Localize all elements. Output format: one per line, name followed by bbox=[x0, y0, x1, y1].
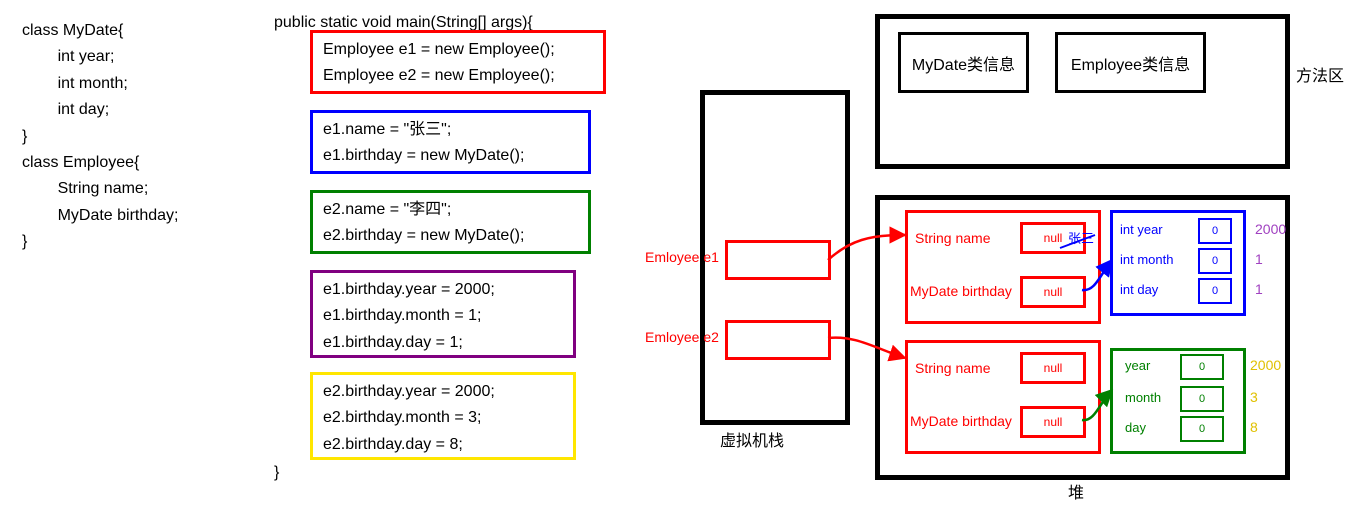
mydate2-day-zero: 0 bbox=[1199, 423, 1205, 435]
code-line: e2.birthday.month = 3; bbox=[323, 405, 573, 431]
heap-e2-name-null: null bbox=[1044, 361, 1063, 375]
code-line: } bbox=[22, 229, 179, 255]
mydate1-year-slot: 0 bbox=[1198, 218, 1232, 244]
employee-class-box: Employee类信息 bbox=[1055, 32, 1206, 93]
heap-e2-birthday-label: MyDate birthday bbox=[910, 413, 1012, 429]
code-line: e1.birthday.month = 1; bbox=[323, 303, 573, 329]
code-line: MyDate birthday; bbox=[22, 203, 179, 229]
mydate-class-label: MyDate类信息 bbox=[912, 51, 1015, 75]
code-line: e1.birthday = new MyDate(); bbox=[323, 143, 588, 169]
heap-e1-birthday-null: null bbox=[1044, 285, 1063, 299]
vm-stack-label: 虚拟机栈 bbox=[720, 427, 784, 451]
mydate2-year-zero: 0 bbox=[1199, 361, 1205, 373]
mydate1-month-zero: 0 bbox=[1212, 255, 1218, 267]
mydate2-month-zero: 0 bbox=[1199, 393, 1205, 405]
mydate2-year-slot: 0 bbox=[1180, 354, 1224, 380]
code-line: e2.birthday.year = 2000; bbox=[323, 379, 573, 405]
code-blue-box: e1.name = "张三"; e1.birthday = new MyDate… bbox=[310, 110, 591, 174]
code-line: e1.birthday.year = 2000; bbox=[323, 277, 573, 303]
mydate2-year-label: year bbox=[1125, 358, 1150, 373]
mydate2-month-val: 3 bbox=[1250, 389, 1258, 405]
mydate1-year-val: 2000 bbox=[1255, 221, 1286, 237]
code-line: e2.birthday.day = 8; bbox=[323, 432, 573, 458]
code-line: e2.name = "李四"; bbox=[323, 197, 588, 223]
mydate1-month-slot: 0 bbox=[1198, 248, 1232, 274]
mydate2-day-val: 8 bbox=[1250, 419, 1258, 435]
mydate1-day-slot: 0 bbox=[1198, 278, 1232, 304]
heap-label: 堆 bbox=[1068, 479, 1084, 503]
code-line: int month; bbox=[22, 71, 179, 97]
heap-e2-birthday-slot: null bbox=[1020, 406, 1086, 438]
stack-e2-label: Emloyee e2 bbox=[645, 329, 719, 345]
mydate1-day-val: 1 bbox=[1255, 281, 1263, 297]
mydate1-day-label: int day bbox=[1120, 282, 1158, 297]
code-green-box: e2.name = "李四"; e2.birthday = new MyDate… bbox=[310, 190, 591, 254]
heap-e1-name-null: null bbox=[1044, 231, 1063, 245]
mydate-class-box: MyDate类信息 bbox=[898, 32, 1029, 93]
stack-e1-box bbox=[725, 240, 831, 280]
mydate1-month-label: int month bbox=[1120, 252, 1173, 267]
code-line: e2.birthday = new MyDate(); bbox=[323, 223, 588, 249]
mydate2-day-slot: 0 bbox=[1180, 416, 1224, 442]
mydate2-year-val: 2000 bbox=[1250, 357, 1281, 373]
code-line: class MyDate{ bbox=[22, 18, 179, 44]
code-line: int year; bbox=[22, 44, 179, 70]
mydate1-day-zero: 0 bbox=[1212, 285, 1218, 297]
code-line: String name; bbox=[22, 176, 179, 202]
method-area-label: 方法区 bbox=[1296, 62, 1344, 86]
heap-e1-birthday-slot: null bbox=[1020, 276, 1086, 308]
mydate1-year-zero: 0 bbox=[1212, 225, 1218, 237]
heap-e1-birthday-label: MyDate birthday bbox=[910, 283, 1012, 299]
stack-e1-label: Emloyee e1 bbox=[645, 249, 719, 265]
heap-e1-name-label: String name bbox=[915, 230, 990, 246]
employee-class-label: Employee类信息 bbox=[1071, 51, 1190, 75]
code-line: e1.birthday.day = 1; bbox=[323, 330, 573, 356]
code-purple-box: e1.birthday.year = 2000; e1.birthday.mon… bbox=[310, 270, 576, 358]
heap-e2-name-slot: null bbox=[1020, 352, 1086, 384]
code-left-block: class MyDate{ int year; int month; int d… bbox=[22, 18, 179, 256]
stack-e2-box bbox=[725, 320, 831, 360]
code-red-box: Employee e1 = new Employee(); Employee e… bbox=[310, 30, 606, 94]
mydate2-day-label: day bbox=[1125, 420, 1146, 435]
heap-e1-name-value: 张三 bbox=[1068, 228, 1094, 247]
code-line: e1.name = "张三"; bbox=[323, 117, 588, 143]
code-yellow-box: e2.birthday.year = 2000; e2.birthday.mon… bbox=[310, 372, 576, 460]
code-line: } bbox=[22, 124, 179, 150]
code-main-footer: } bbox=[274, 460, 279, 486]
mydate1-year-label: int year bbox=[1120, 222, 1163, 237]
code-line: Employee e1 = new Employee(); bbox=[323, 37, 603, 63]
mydate2-month-slot: 0 bbox=[1180, 386, 1224, 412]
code-line: int day; bbox=[22, 97, 179, 123]
heap-e2-name-label: String name bbox=[915, 360, 990, 376]
code-line: class Employee{ bbox=[22, 150, 179, 176]
heap-e2-birthday-null: null bbox=[1044, 415, 1063, 429]
code-line: Employee e2 = new Employee(); bbox=[323, 63, 603, 89]
mydate2-month-label: month bbox=[1125, 390, 1161, 405]
mydate1-month-val: 1 bbox=[1255, 251, 1263, 267]
